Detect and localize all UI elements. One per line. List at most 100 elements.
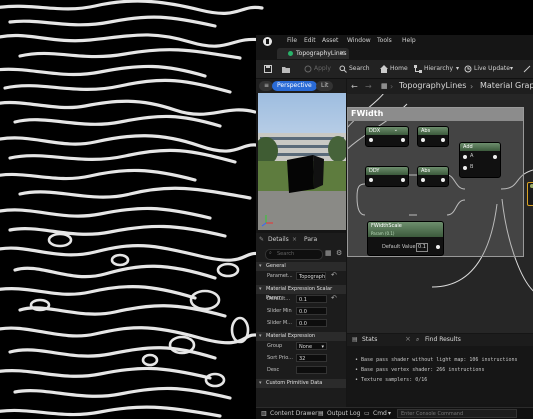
- category-scalar-parameter[interactable]: Material Expression Scalar Param: [256, 285, 346, 301]
- output-pin[interactable]: [436, 245, 440, 249]
- input-pin[interactable]: [369, 138, 373, 142]
- stat-text: Base pass shader without light map: 106 …: [361, 357, 518, 363]
- param-node-header: FWidthScale Param (0.1): [368, 222, 443, 237]
- stats-icon: ▤: [352, 336, 358, 343]
- reset-default-icon[interactable]: ↶: [331, 294, 337, 302]
- comment-box-fwidth[interactable]: FWidth DDX ⌄ Abs Add A B DDY Abs FWidthS…: [347, 107, 533, 324]
- output-pin[interactable]: [441, 138, 445, 142]
- category-material-expression[interactable]: Material Expression: [256, 332, 346, 341]
- browse-icon[interactable]: [282, 65, 290, 73]
- chevron-down-icon[interactable]: ▾: [388, 410, 391, 417]
- group-dropdown[interactable]: None ▾: [296, 342, 327, 350]
- forward-arrow-icon[interactable]: →: [365, 82, 372, 91]
- search-icon: [339, 65, 347, 73]
- material-graph[interactable]: ← → ▦ › TopographyLines › Material Graph…: [347, 79, 533, 333]
- input-pin[interactable]: [369, 178, 373, 182]
- node-add[interactable]: Add A B: [459, 142, 501, 178]
- grid-view-icon[interactable]: ▦: [325, 249, 332, 257]
- stats-panel: • Base pass shader without light map: 10…: [347, 346, 533, 404]
- parameter-name-field[interactable]: Topograph: [296, 272, 326, 280]
- group-label: Group: [267, 343, 283, 349]
- perspective-button[interactable]: Perspective: [272, 81, 317, 91]
- tab-stats[interactable]: Stats: [362, 336, 377, 343]
- viewport-menu-icon[interactable]: ≡: [259, 81, 273, 91]
- input-pin-a[interactable]: [463, 155, 467, 159]
- input-pin-b[interactable]: [463, 166, 467, 170]
- menu-tools[interactable]: Tools: [377, 37, 392, 44]
- slider-min-field[interactable]: 0.0: [296, 307, 327, 315]
- output-log-button[interactable]: Output Log: [327, 410, 360, 417]
- breadcrumb-graph[interactable]: Material Graph: [480, 81, 533, 90]
- status-bar: ▥ Content Drawer ▤ Output Log ▭ Cmd ▾ En…: [256, 407, 533, 419]
- live-update-dropdown-icon[interactable]: ▾: [510, 65, 513, 72]
- param-default-value-box[interactable]: 0.1: [416, 243, 428, 252]
- tab-topography-lines[interactable]: TopographyLines ×: [277, 48, 349, 59]
- brush-icon[interactable]: [523, 65, 531, 73]
- content-drawer-icon: ▥: [261, 410, 267, 417]
- breadcrumb-asset[interactable]: TopographyLines: [399, 81, 466, 90]
- cmd-icon: ▭: [364, 410, 370, 417]
- node-abs-1[interactable]: Abs: [417, 126, 449, 147]
- node-abs-title: Abs: [418, 167, 448, 175]
- settings-gear-icon[interactable]: ⚙: [336, 249, 342, 257]
- hierarchy-icon: [414, 65, 422, 73]
- comment-title-bar[interactable]: FWidth: [348, 108, 523, 121]
- category-general[interactable]: General: [256, 262, 346, 271]
- output-pin[interactable]: [441, 178, 445, 182]
- home-button[interactable]: Home: [390, 65, 408, 72]
- back-arrow-icon[interactable]: ←: [351, 82, 358, 91]
- sort-priority-field[interactable]: 32: [296, 354, 327, 362]
- menu-edit[interactable]: Edit: [304, 37, 316, 44]
- tab-close-details-icon[interactable]: ×: [292, 234, 297, 245]
- input-pin[interactable]: [421, 178, 425, 182]
- node-ddy-title: DDY: [366, 167, 408, 175]
- material-preview-viewport[interactable]: [258, 93, 346, 230]
- hierarchy-dropdown-icon[interactable]: ▾: [456, 65, 459, 72]
- param-node-subtitle: Param (0.1): [371, 231, 395, 236]
- material-asset-icon: [288, 51, 293, 56]
- default-value-field[interactable]: 0.1: [296, 295, 327, 303]
- search-icon: ⌕: [269, 250, 272, 256]
- hierarchy-button[interactable]: Hierarchy: [424, 65, 453, 72]
- node-ddy[interactable]: DDY: [365, 166, 409, 187]
- menu-asset[interactable]: Asset: [322, 37, 338, 44]
- output-pin[interactable]: [401, 138, 405, 142]
- details-search-input[interactable]: ⌕ Search: [265, 249, 323, 260]
- menu-file[interactable]: File: [287, 37, 297, 44]
- tab-find-results[interactable]: Find Results: [425, 336, 461, 343]
- slider-max-label: Slider M...: [267, 320, 292, 326]
- output-pin[interactable]: [401, 178, 405, 182]
- unreal-logo-icon: [263, 37, 272, 46]
- cmd-dropdown[interactable]: Cmd: [373, 410, 387, 417]
- tab-details[interactable]: Details: [268, 234, 289, 245]
- lit-button[interactable]: Lit: [316, 81, 334, 91]
- breadcrumb-separator-icon: ›: [390, 82, 394, 91]
- input-pin[interactable]: [421, 138, 425, 142]
- console-command-input[interactable]: Enter Console Command: [397, 409, 517, 418]
- apply-button[interactable]: Apply: [314, 65, 331, 72]
- node-fwidthscale-parameter[interactable]: FWidthScale Param (0.1) Default Value 0.…: [367, 221, 444, 256]
- toolbar: Apply Search Home Hierarchy ▾ Live Updat…: [256, 60, 533, 79]
- close-stats-icon[interactable]: ×: [405, 335, 411, 343]
- search-button[interactable]: Search: [349, 65, 370, 72]
- category-custom-primitive-data[interactable]: Custom Primitive Data: [256, 379, 346, 388]
- tab-parameters[interactable]: Para: [304, 234, 317, 245]
- preview-scene: [258, 93, 346, 230]
- stat-line: • Base pass shader without light map: 10…: [355, 357, 518, 363]
- slider-max-field[interactable]: 0.0: [296, 319, 327, 327]
- default-value-pin-label: Default Value: [382, 244, 416, 250]
- content-drawer-button[interactable]: Content Drawer: [270, 410, 318, 417]
- close-tab-icon[interactable]: ×: [339, 49, 345, 57]
- menu-help[interactable]: Help: [402, 37, 416, 44]
- reset-arrow-icon[interactable]: ↶: [331, 271, 337, 279]
- chevron-down-icon: ▾: [321, 344, 324, 350]
- node-ddx[interactable]: DDX ⌄: [365, 126, 409, 147]
- live-update-button[interactable]: Live Update: [474, 65, 510, 72]
- output-pin[interactable]: [493, 155, 497, 159]
- node-abs-2[interactable]: Abs: [417, 166, 449, 187]
- graph-breadcrumb-bar: ← → ▦ › TopographyLines › Material Graph: [347, 79, 533, 94]
- collapse-chevron-icon[interactable]: ⌄: [394, 127, 398, 133]
- desc-field[interactable]: [296, 366, 327, 374]
- menu-window[interactable]: Window: [347, 37, 371, 44]
- save-icon[interactable]: [264, 65, 272, 73]
